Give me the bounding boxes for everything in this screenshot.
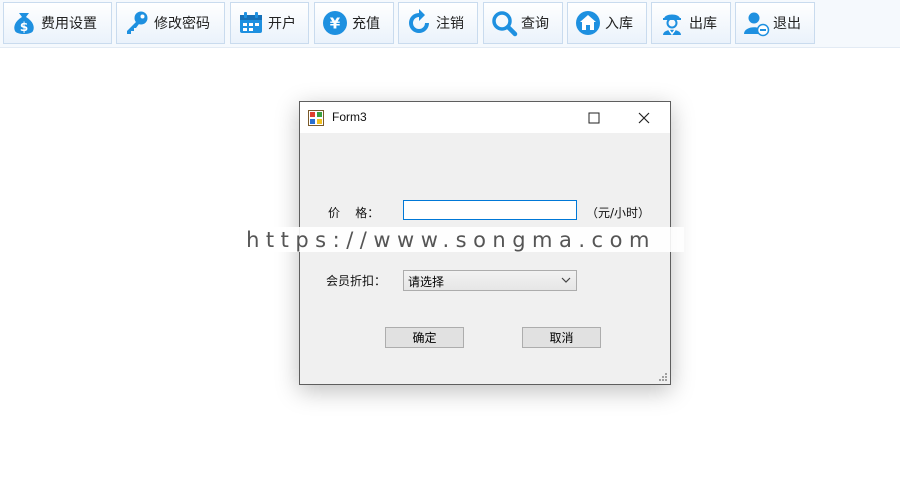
main-toolbar: $ 费用设置 修改密码 开户 ¥ 充值 注销 查询 入库 出库 退出 (0, 0, 900, 48)
discount-select[interactable]: 请选择 (403, 270, 577, 291)
svg-text:$: $ (20, 20, 28, 34)
open-account-button[interactable]: 开户 (230, 2, 309, 44)
stock-out-label: 出库 (689, 16, 717, 32)
stock-in-label: 入库 (605, 16, 633, 32)
screen: $ 费用设置 修改密码 开户 ¥ 充值 注销 查询 入库 出库 退出 Form3… (0, 0, 900, 480)
query-label: 查询 (521, 16, 549, 32)
dialog-titlebar[interactable]: Form3 (300, 102, 670, 133)
close-icon (638, 112, 650, 123)
yen-icon: ¥ (323, 11, 347, 35)
calendar-icon (240, 12, 262, 33)
svg-text:¥: ¥ (330, 15, 341, 33)
ok-button[interactable]: 确定 (385, 327, 464, 348)
discount-label: 会员折扣： (326, 274, 387, 288)
app-icon (308, 110, 324, 126)
watermark-text: https://www.songma.com (246, 227, 656, 252)
refresh-icon (409, 9, 429, 33)
change-password-button[interactable]: 修改密码 (116, 2, 225, 44)
key-icon (127, 11, 148, 34)
recharge-button[interactable]: ¥ 充值 (314, 2, 394, 44)
cancel-button-label: 取消 (549, 331, 574, 345)
dialog-title: Form3 (332, 110, 367, 124)
change-password-label: 修改密码 (154, 16, 210, 32)
stock-in-button[interactable]: 入库 (567, 2, 647, 44)
watermark: https://www.songma.com (218, 227, 684, 252)
stock-out-button[interactable]: 出库 (651, 2, 731, 44)
chevron-down-icon (561, 277, 571, 283)
user-exit-icon (744, 12, 770, 37)
maximize-icon (588, 112, 600, 123)
fee-settings-button[interactable]: $ 费用设置 (3, 2, 112, 44)
home-icon (576, 11, 600, 35)
ok-button-label: 确定 (412, 331, 437, 345)
close-button[interactable] (621, 102, 667, 133)
recharge-label: 充值 (352, 16, 380, 32)
resize-grip-icon[interactable] (658, 372, 668, 382)
price-unit: （元/小时） (586, 206, 651, 220)
cancel-button[interactable]: 取消 (522, 327, 601, 348)
query-button[interactable]: 查询 (483, 2, 563, 44)
price-input[interactable] (403, 200, 577, 220)
worker-icon (663, 14, 681, 36)
money-bag-icon: $ (14, 13, 34, 34)
cancel-account-label: 注销 (436, 16, 464, 32)
discount-select-value: 请选择 (408, 275, 445, 289)
search-icon (492, 11, 518, 37)
fee-settings-label: 费用设置 (41, 16, 97, 32)
exit-button[interactable]: 退出 (735, 2, 815, 44)
exit-label: 退出 (773, 16, 801, 32)
maximize-button[interactable] (571, 102, 617, 133)
open-account-label: 开户 (268, 16, 296, 32)
cancel-account-button[interactable]: 注销 (398, 2, 478, 44)
price-label: 价 格： (328, 206, 380, 220)
